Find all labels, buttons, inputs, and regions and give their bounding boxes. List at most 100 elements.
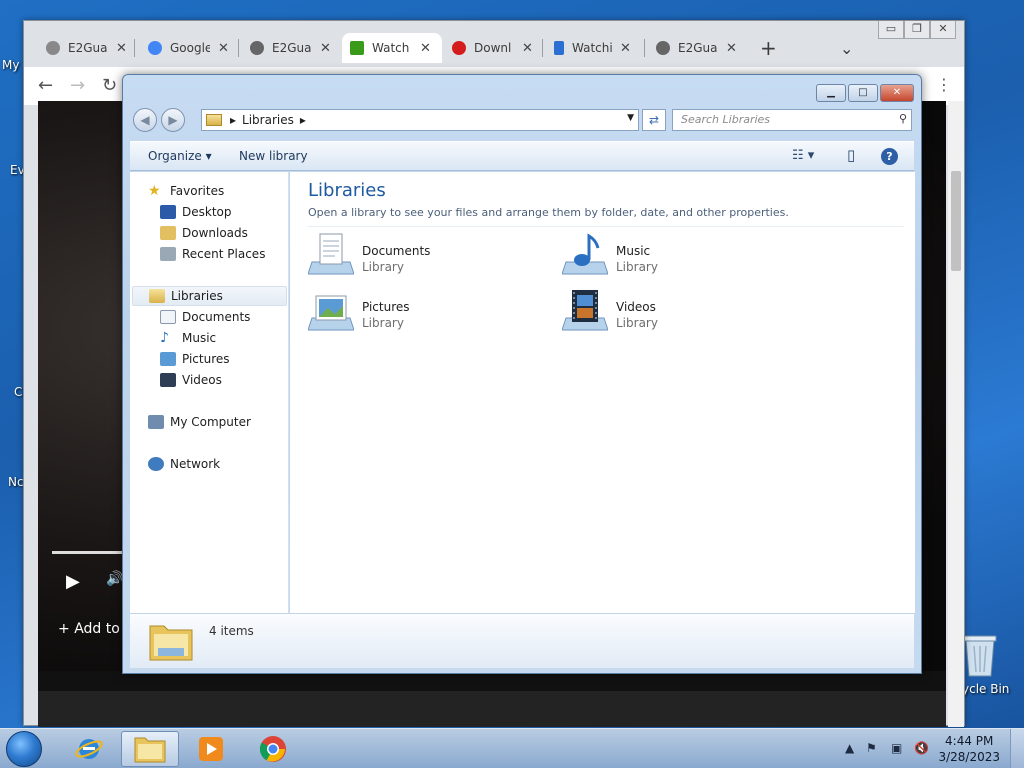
library-item-documents[interactable]: Documents Library [308, 232, 528, 282]
nav-libraries[interactable]: Libraries [132, 286, 287, 306]
tab-7[interactable]: E2Guar ✕ [648, 33, 745, 63]
minimize-button[interactable]: ▁ [816, 84, 846, 102]
forward-icon[interactable]: → [70, 75, 85, 96]
tab-close-icon[interactable]: ✕ [116, 41, 127, 56]
recycle-bin-label[interactable]: ycle Bin [962, 682, 1009, 696]
divider [308, 226, 904, 227]
breadcrumb-libraries[interactable]: Libraries [242, 113, 294, 127]
scroll-thumb[interactable] [951, 171, 961, 271]
close-button[interactable]: ✕ [880, 84, 914, 102]
add-to-button[interactable]: + Add to [58, 621, 120, 637]
tab-close-icon[interactable]: ✕ [726, 41, 737, 56]
nav-label: Downloads [182, 226, 248, 240]
tab-1[interactable]: E2Guar ✕ [38, 33, 135, 63]
refresh-icon[interactable]: ⇄ [642, 109, 666, 131]
taskbar-internet-explorer[interactable] [60, 731, 118, 767]
recycle-bin-icon[interactable] [960, 632, 1000, 678]
search-input[interactable]: Search Libraries ⚲ [672, 109, 912, 131]
restore-button[interactable]: ❐ [904, 21, 930, 39]
play-icon[interactable]: ▶ [66, 571, 80, 592]
tab-close-icon[interactable]: ✕ [420, 41, 431, 56]
folder-icon [134, 737, 166, 763]
menu-icon[interactable]: ⋮ [936, 75, 952, 94]
nav-music[interactable]: ♪ Music [160, 328, 216, 348]
address-dropdown-icon[interactable]: ▼ [627, 113, 634, 123]
new-library-button[interactable]: New library [239, 149, 308, 163]
taskbar-explorer[interactable] [121, 731, 179, 767]
library-name: Music [616, 244, 651, 258]
nav-desktop[interactable]: Desktop [160, 202, 232, 222]
search-placeholder: Search Libraries [681, 113, 771, 126]
breadcrumb-arrow-icon[interactable]: ▸ [300, 113, 306, 127]
tab-close-icon[interactable]: ✕ [620, 41, 631, 56]
network-icon [148, 457, 164, 471]
volume-icon[interactable]: 🔊 [106, 571, 123, 587]
nav-my-computer[interactable]: My Computer [148, 412, 251, 432]
back-icon[interactable]: ← [38, 75, 53, 96]
library-name: Pictures [362, 300, 410, 314]
nav-label: Pictures [182, 352, 230, 366]
tab-title: E2Guar [68, 41, 108, 55]
network-icon[interactable]: ▣ [891, 741, 902, 755]
tab-close-icon[interactable]: ✕ [522, 41, 533, 56]
nav-pictures[interactable]: Pictures [160, 349, 230, 369]
help-icon[interactable]: ? [881, 148, 898, 165]
minimize-button[interactable]: ▭ [878, 21, 904, 39]
library-name: Documents [362, 244, 431, 258]
change-view-icon[interactable]: ☷ ▾ [792, 148, 814, 163]
organize-button[interactable]: Organize ▾ [148, 149, 212, 163]
globe-icon [46, 41, 60, 55]
library-item-pictures[interactable]: Pictures Library [308, 288, 528, 338]
library-item-videos[interactable]: Videos Library [562, 288, 782, 338]
desktop-icon-label[interactable]: C [14, 385, 22, 399]
back-arrow-icon[interactable]: ◀ [133, 108, 157, 132]
desktop-icon-label[interactable]: Nc [8, 475, 24, 489]
nav-videos[interactable]: Videos [160, 370, 222, 390]
nav-documents[interactable]: Documents [160, 307, 250, 327]
close-button[interactable]: ✕ [930, 21, 956, 39]
nav-network[interactable]: Network [148, 454, 220, 474]
navigation-pane: ★ Favorites Desktop Downloads Recent Pla… [130, 172, 289, 613]
volume-muted-icon[interactable]: 🔇 [914, 741, 929, 755]
library-type: Library [616, 316, 658, 330]
start-button[interactable] [6, 731, 42, 767]
search-icon[interactable]: ⚲ [899, 112, 907, 125]
tab-6[interactable]: Watchi ✕ [546, 33, 639, 63]
new-tab-button[interactable]: + [752, 33, 785, 63]
nav-recent-places[interactable]: Recent Places [160, 244, 265, 264]
tab-search-button[interactable]: ⌄ [832, 33, 861, 63]
page-scrollbar[interactable] [948, 101, 964, 727]
add-to-label: Add to [74, 621, 120, 637]
library-item-music[interactable]: Music Library [562, 232, 782, 282]
tab-5[interactable]: Downl ✕ [444, 33, 541, 63]
clock[interactable]: 4:44 PM 3/28/2023 [938, 733, 1000, 765]
tab-2[interactable]: Google ✕ [140, 33, 237, 63]
tab-3[interactable]: E2Guar ✕ [242, 33, 339, 63]
chrome-icon [259, 736, 286, 762]
library-type: Library [362, 260, 404, 274]
tab-title: Google [170, 41, 210, 55]
preview-pane-icon[interactable]: ▯ [847, 146, 855, 164]
nav-favorites[interactable]: ★ Favorites [148, 181, 224, 201]
nav-label: Desktop [182, 205, 232, 219]
taskbar-media-player[interactable] [182, 731, 240, 767]
tab-close-icon[interactable]: ✕ [218, 41, 229, 56]
nav-downloads[interactable]: Downloads [160, 223, 248, 243]
page-description: Open a library to see your files and arr… [308, 206, 789, 219]
show-desktop-button[interactable] [1010, 729, 1024, 768]
action-center-flag-icon[interactable]: ⚑ [866, 741, 877, 755]
ninja-icon [452, 41, 466, 55]
show-hidden-icons-icon[interactable]: ▲ [845, 741, 854, 755]
globe-icon [250, 41, 264, 55]
tab-close-icon[interactable]: ✕ [320, 41, 331, 56]
taskbar-chrome[interactable] [244, 731, 302, 767]
forward-arrow-icon[interactable]: ▶ [161, 108, 185, 132]
address-bar[interactable]: ▸ Libraries ▸ ▼ [201, 109, 639, 131]
maximize-button[interactable]: □ [848, 84, 878, 102]
breadcrumb-arrow-icon[interactable]: ▸ [230, 113, 236, 127]
globe-icon [656, 41, 670, 55]
nav-label: Documents [182, 310, 251, 324]
desktop-icon-label[interactable]: My [2, 58, 19, 72]
reload-icon[interactable]: ↻ [102, 75, 117, 96]
tab-4-active[interactable]: Watch ✕ [342, 33, 442, 63]
